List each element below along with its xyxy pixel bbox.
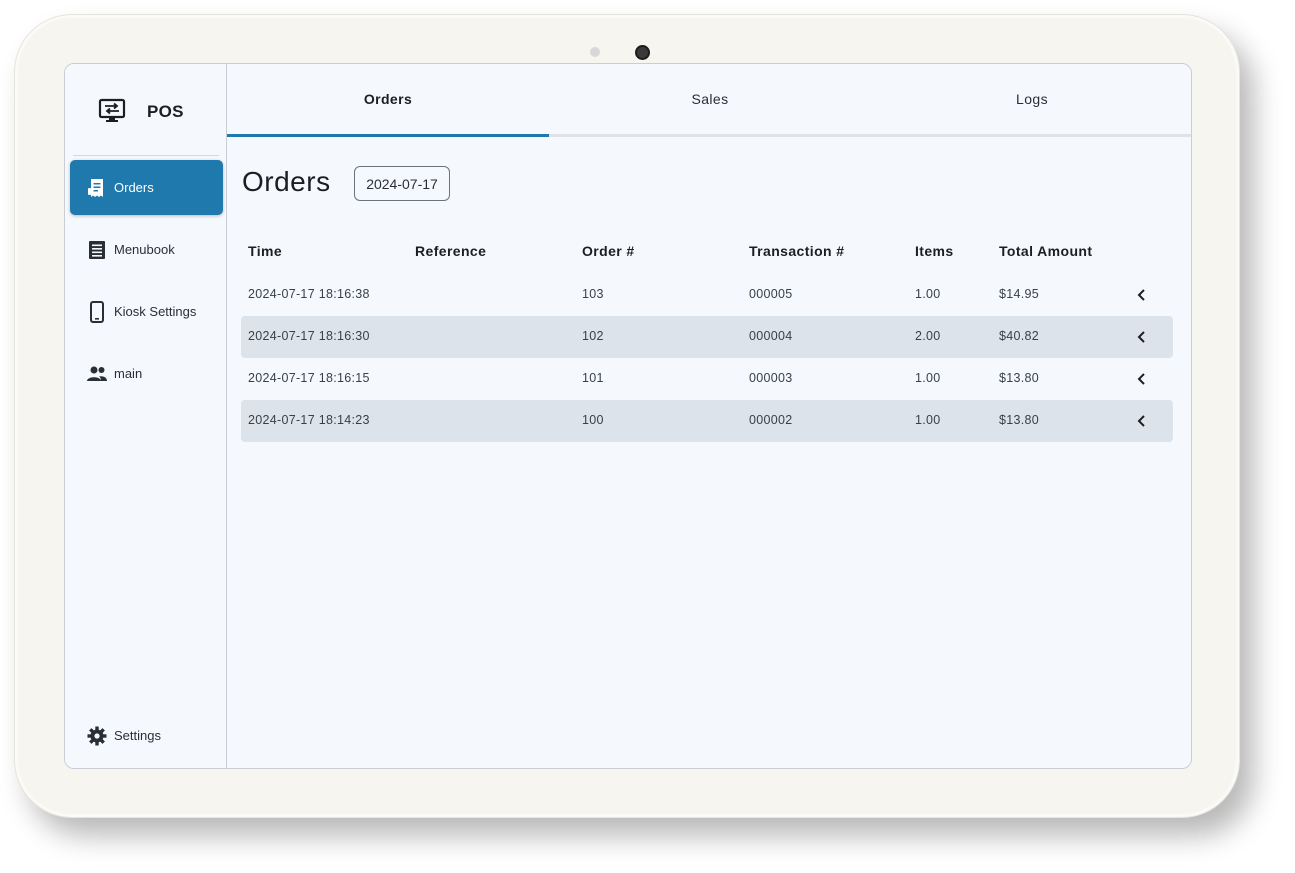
sidebar-divider <box>73 155 219 156</box>
sidebar-item-label: Orders <box>114 180 154 195</box>
sidebar: POS Orders Menubook Kiosk Settings main … <box>65 64 227 768</box>
column-header-transaction: Transaction # <box>749 243 845 259</box>
cell-order: 102 <box>582 329 604 343</box>
chevron-left-icon[interactable] <box>1134 413 1150 429</box>
column-header-reference: Reference <box>415 243 487 259</box>
top-tabs: Orders Sales Logs <box>227 64 1191 137</box>
brand: POS <box>65 64 227 156</box>
cell-order: 103 <box>582 287 604 301</box>
cell-time: 2024-07-17 18:14:23 <box>248 413 370 427</box>
cell-transaction: 000002 <box>749 413 793 427</box>
receipt-icon <box>86 177 108 199</box>
tab-logs[interactable]: Logs <box>871 64 1191 134</box>
table-header: Time Reference Order # Transaction # Ite… <box>241 230 1173 274</box>
table-row[interactable]: 2024-07-17 18:16:38 103 000005 1.00 $14.… <box>241 274 1173 316</box>
cell-total: $13.80 <box>999 371 1040 385</box>
orders-table: Time Reference Order # Transaction # Ite… <box>241 230 1173 442</box>
cell-items: 2.00 <box>915 329 941 343</box>
column-header-order: Order # <box>582 243 635 259</box>
menu-list-icon <box>86 239 108 261</box>
tab-orders[interactable]: Orders <box>227 64 549 137</box>
cell-transaction: 000003 <box>749 371 793 385</box>
cell-total: $13.80 <box>999 413 1040 427</box>
users-icon <box>86 363 108 385</box>
cell-order: 101 <box>582 371 604 385</box>
sidebar-item-menubook[interactable]: Menubook <box>70 222 223 277</box>
cell-time: 2024-07-17 18:16:30 <box>248 329 370 343</box>
sidebar-item-label: main <box>114 366 143 381</box>
cell-time: 2024-07-17 18:16:38 <box>248 287 370 301</box>
column-header-total: Total Amount <box>999 243 1093 259</box>
sidebar-item-label: Settings <box>114 728 161 743</box>
sidebar-item-kiosk-settings[interactable]: Kiosk Settings <box>70 284 223 339</box>
sidebar-item-orders[interactable]: Orders <box>70 160 223 215</box>
cell-transaction: 000005 <box>749 287 793 301</box>
chevron-left-icon[interactable] <box>1134 287 1150 303</box>
table-row[interactable]: 2024-07-17 18:14:23 100 000002 1.00 $13.… <box>241 400 1173 442</box>
sidebar-item-label: Kiosk Settings <box>114 304 197 319</box>
table-row[interactable]: 2024-07-17 18:16:30 102 000004 2.00 $40.… <box>241 316 1173 358</box>
cell-items: 1.00 <box>915 413 941 427</box>
cell-items: 1.00 <box>915 287 941 301</box>
cell-total: $40.82 <box>999 329 1040 343</box>
sidebar-item-main[interactable]: main <box>70 346 223 401</box>
table-row[interactable]: 2024-07-17 18:16:15 101 000003 1.00 $13.… <box>241 358 1173 400</box>
column-header-time: Time <box>248 243 283 259</box>
gear-icon <box>86 725 108 747</box>
cell-time: 2024-07-17 18:16:15 <box>248 371 370 385</box>
sidebar-item-label: Menubook <box>114 242 175 257</box>
tablet-icon <box>86 300 108 323</box>
cell-total: $14.95 <box>999 287 1040 301</box>
app-screen: POS Orders Menubook Kiosk Settings main … <box>64 63 1192 769</box>
date-picker[interactable]: 2024-07-17 <box>354 166 450 201</box>
chevron-left-icon[interactable] <box>1134 371 1150 387</box>
cell-transaction: 000004 <box>749 329 793 343</box>
sidebar-item-settings[interactable]: Settings <box>70 708 223 763</box>
tab-sales[interactable]: Sales <box>549 64 871 134</box>
light-sensor <box>590 47 600 57</box>
front-camera <box>635 45 650 60</box>
cell-order: 100 <box>582 413 604 427</box>
app-title: POS <box>147 102 184 121</box>
pos-terminal-icon <box>98 98 126 122</box>
column-header-items: Items <box>915 243 954 259</box>
page-title: Orders <box>242 166 331 197</box>
cell-items: 1.00 <box>915 371 941 385</box>
chevron-left-icon[interactable] <box>1134 329 1150 345</box>
